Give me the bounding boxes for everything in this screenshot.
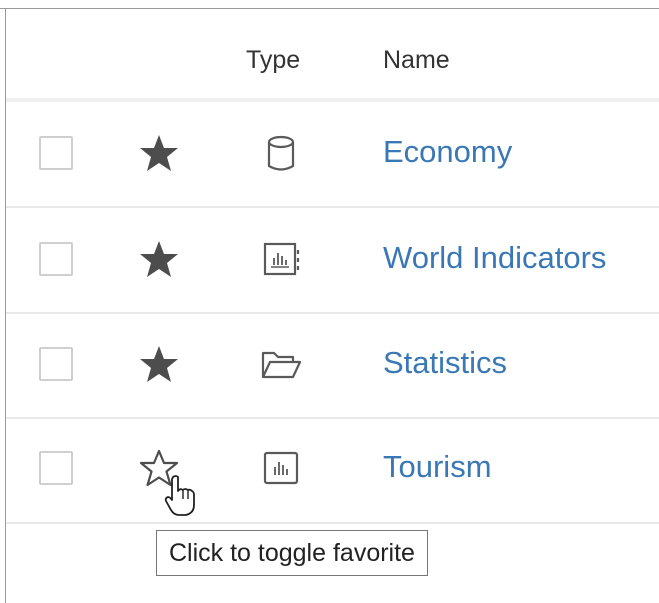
table-row: World Indicators [6, 208, 659, 314]
favorite-star-filled-icon[interactable] [138, 133, 180, 173]
content-name-link[interactable]: Tourism [383, 449, 492, 485]
row-select-checkbox[interactable] [39, 242, 73, 276]
table-row: Economy [6, 102, 659, 208]
workbook-icon [263, 242, 300, 276]
database-icon [267, 135, 295, 171]
row-select-checkbox[interactable] [39, 451, 73, 485]
tooltip: Click to toggle favorite [156, 530, 428, 576]
favorite-star-filled-icon[interactable] [138, 239, 180, 279]
column-header-type[interactable]: Type [246, 46, 300, 75]
content-name-link[interactable]: Economy [383, 134, 512, 170]
row-select-checkbox[interactable] [39, 347, 73, 381]
table-row: Statistics [6, 313, 659, 419]
view-icon [263, 451, 299, 485]
column-header-name[interactable]: Name [383, 46, 450, 75]
favorite-star-filled-icon[interactable] [138, 344, 180, 384]
table-header: Type Name [6, 9, 659, 102]
hand-pointer-cursor-icon [164, 475, 195, 516]
content-name-link[interactable]: Statistics [383, 345, 507, 381]
folder-icon [261, 351, 302, 379]
row-select-checkbox[interactable] [39, 136, 73, 170]
table-row: Tourism [6, 417, 659, 524]
content-list: Type Name Economy World Indicators Stati… [0, 0, 659, 603]
content-name-link[interactable]: World Indicators [383, 240, 606, 276]
